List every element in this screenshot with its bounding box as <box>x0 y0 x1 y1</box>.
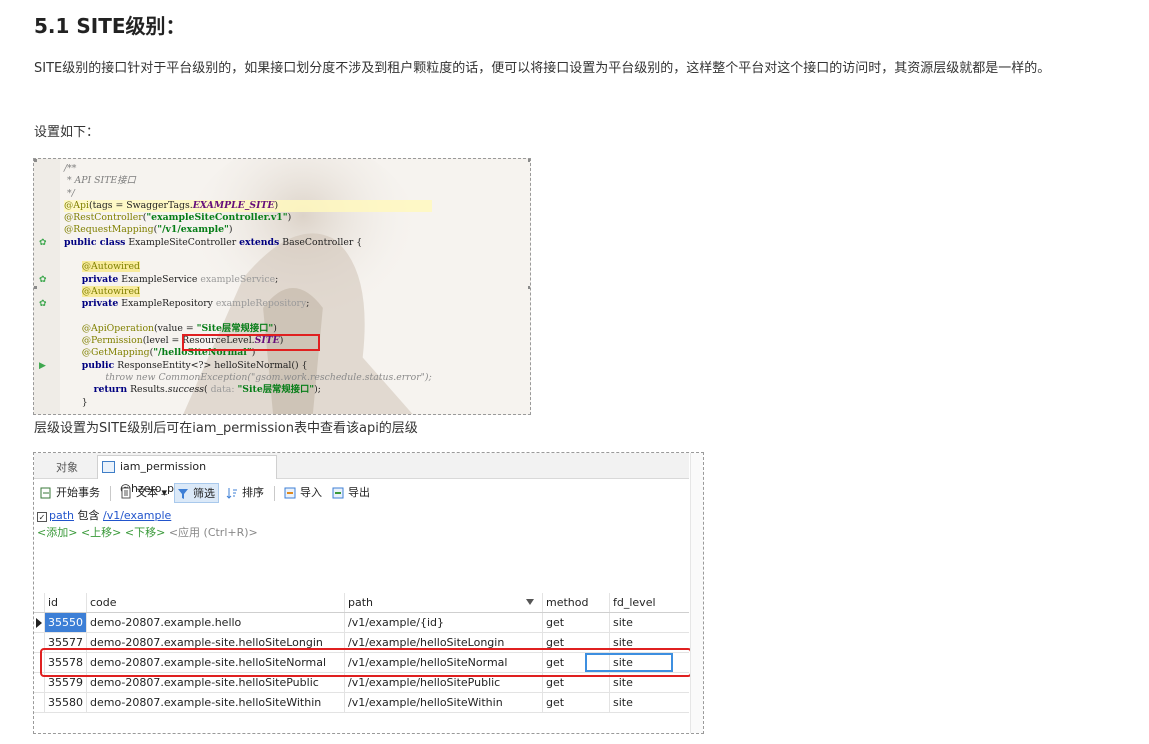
import-label: 导入 <box>300 486 322 499</box>
tab-iam-permission[interactable]: iam_permission @hzero_pla... <box>97 455 277 495</box>
permission-highlight-box <box>182 334 320 351</box>
code-screenshot: ✿ ✿ ✿ ▶ /** * API SITE接口 */ @Api(tags = … <box>33 158 531 415</box>
crop-handle <box>528 286 530 289</box>
column-header-code[interactable]: code <box>86 593 344 612</box>
table-row[interactable]: 35580 demo-20807.example-site.helloSiteW… <box>34 693 689 713</box>
code-line: @Api(tags = SwaggerTags.EXAMPLE_SITE) <box>64 199 432 213</box>
sort-label: 排序 <box>242 486 264 499</box>
transaction-icon <box>40 487 51 499</box>
toolbar-separator <box>274 486 275 501</box>
import-icon <box>284 487 296 499</box>
table-row[interactable]: 35550 demo-20807.example.hello /v1/examp… <box>34 613 689 633</box>
import-button[interactable]: 导入 <box>282 483 322 503</box>
export-label: 导出 <box>348 486 370 499</box>
grid-header: id code path method fd_level <box>34 593 689 613</box>
db-tool-screenshot: 对象 iam_permission @hzero_pla... 开始事务 文本 … <box>33 452 704 734</box>
filter-checkbox[interactable]: ✓ <box>37 512 47 522</box>
code-line: throw new CommonException("gsom.work.res… <box>105 372 432 384</box>
current-row-pointer-icon <box>36 618 42 628</box>
chevron-down-icon: ▾ <box>161 486 168 499</box>
filter-add-link[interactable]: <添加> <box>37 526 77 539</box>
column-filter-icon[interactable] <box>526 599 534 605</box>
filter-condition: ✓ path 包含 /v1/example <box>37 507 171 523</box>
section-heading: 5.1 SITE级别： <box>34 14 186 38</box>
table-cell[interactable]: get <box>542 693 609 712</box>
sort-button[interactable]: 排序 <box>224 483 264 503</box>
tab-bar: 对象 iam_permission @hzero_pla... <box>34 453 689 495</box>
export-icon <box>332 487 344 499</box>
column-header-path[interactable]: path <box>344 593 542 612</box>
code-line: @RestController("exampleSiteController.v… <box>64 212 292 224</box>
bean-icon: ✿ <box>39 238 47 248</box>
filter-actions: <添加> <上移> <下移> <应用 (Ctrl+R)> <box>37 524 258 540</box>
tab-objects[interactable]: 对象 <box>56 459 78 475</box>
editor-gutter <box>34 159 60 414</box>
filter-move-down-link[interactable]: <下移> <box>125 526 165 539</box>
table-cell[interactable]: site <box>609 613 689 632</box>
code-block: /** * API SITE接口 */ @Api(tags = SwaggerT… <box>64 163 432 409</box>
filter-operator[interactable]: 包含 <box>78 509 100 522</box>
toolbar: 开始事务 文本 ▾ 筛选 排序 导入 导出 <box>34 481 689 505</box>
filter-move-up-link[interactable]: <上移> <box>81 526 121 539</box>
code-line: /** <box>64 163 77 174</box>
code-line: */ <box>64 187 75 199</box>
table-cell[interactable]: 35580 <box>44 693 86 712</box>
code-line: return Results.success( data: "Site层常规接口… <box>93 384 321 396</box>
column-header-id[interactable]: id <box>44 593 86 612</box>
vertical-scrollbar[interactable] <box>690 453 703 733</box>
table-cell[interactable]: 35550 <box>44 613 86 632</box>
code-line: @Autowired <box>81 285 140 297</box>
sort-icon <box>226 488 237 499</box>
export-button[interactable]: 导出 <box>330 483 370 503</box>
filter-value-link[interactable]: /v1/example <box>103 509 171 522</box>
filter-button[interactable]: 筛选 <box>174 483 219 503</box>
crop-handle <box>34 159 37 162</box>
code-line: @RequestMapping("/v1/example") <box>64 224 233 236</box>
filter-apply-link[interactable]: <应用 (Ctrl+R)> <box>169 526 258 539</box>
table-cell[interactable]: get <box>542 613 609 632</box>
filter-label: 筛选 <box>193 487 215 500</box>
crop-handle <box>34 286 37 289</box>
code-line: public ResponseEntity<?> helloSiteNormal… <box>81 359 308 371</box>
column-header-fd-level[interactable]: fd_level <box>609 593 689 612</box>
setup-label: 设置如下： <box>34 125 100 140</box>
filter-icon <box>178 489 188 499</box>
bean-icon: ✿ <box>39 299 47 309</box>
code-line: public class ExampleSiteController exten… <box>64 236 363 248</box>
table-icon <box>102 461 115 473</box>
bean-icon: ✿ <box>39 275 47 285</box>
code-line: } <box>81 396 88 408</box>
text-button[interactable]: 文本 ▾ <box>118 483 167 503</box>
table-cell[interactable]: /v1/example/helloSiteWithin <box>344 693 542 712</box>
table-cell[interactable]: demo-20807.example.hello <box>86 613 344 632</box>
table-cell[interactable]: /v1/example/{id} <box>344 613 542 632</box>
crop-handle <box>528 159 530 162</box>
code-line: private ExampleService exampleService; <box>81 273 279 285</box>
filter-field-link[interactable]: path <box>49 509 74 522</box>
description-paragraph: SITE级别的接口针对于平台级别的，如果接口划分度不涉及到租户颗粒度的话，便可以… <box>34 61 1051 76</box>
toolbar-separator <box>110 486 111 501</box>
code-line: @Autowired <box>81 261 140 273</box>
code-line: private ExampleRepository exampleReposit… <box>81 298 310 310</box>
column-header-method[interactable]: method <box>542 593 609 612</box>
db-caption: 层级设置为SITE级别后可在iam_permission表中查看该api的层级 <box>34 421 418 436</box>
table-cell[interactable]: site <box>609 693 689 712</box>
code-line: * API SITE接口 <box>64 175 136 187</box>
begin-transaction-label: 开始事务 <box>56 486 100 499</box>
selected-cell-box <box>585 653 673 672</box>
begin-transaction-button[interactable]: 开始事务 <box>38 483 100 503</box>
table-cell[interactable]: demo-20807.example-site.helloSiteWithin <box>86 693 344 712</box>
document-icon <box>121 487 131 499</box>
text-label: 文本 <box>136 486 158 499</box>
run-icon: ▶ <box>39 361 46 371</box>
